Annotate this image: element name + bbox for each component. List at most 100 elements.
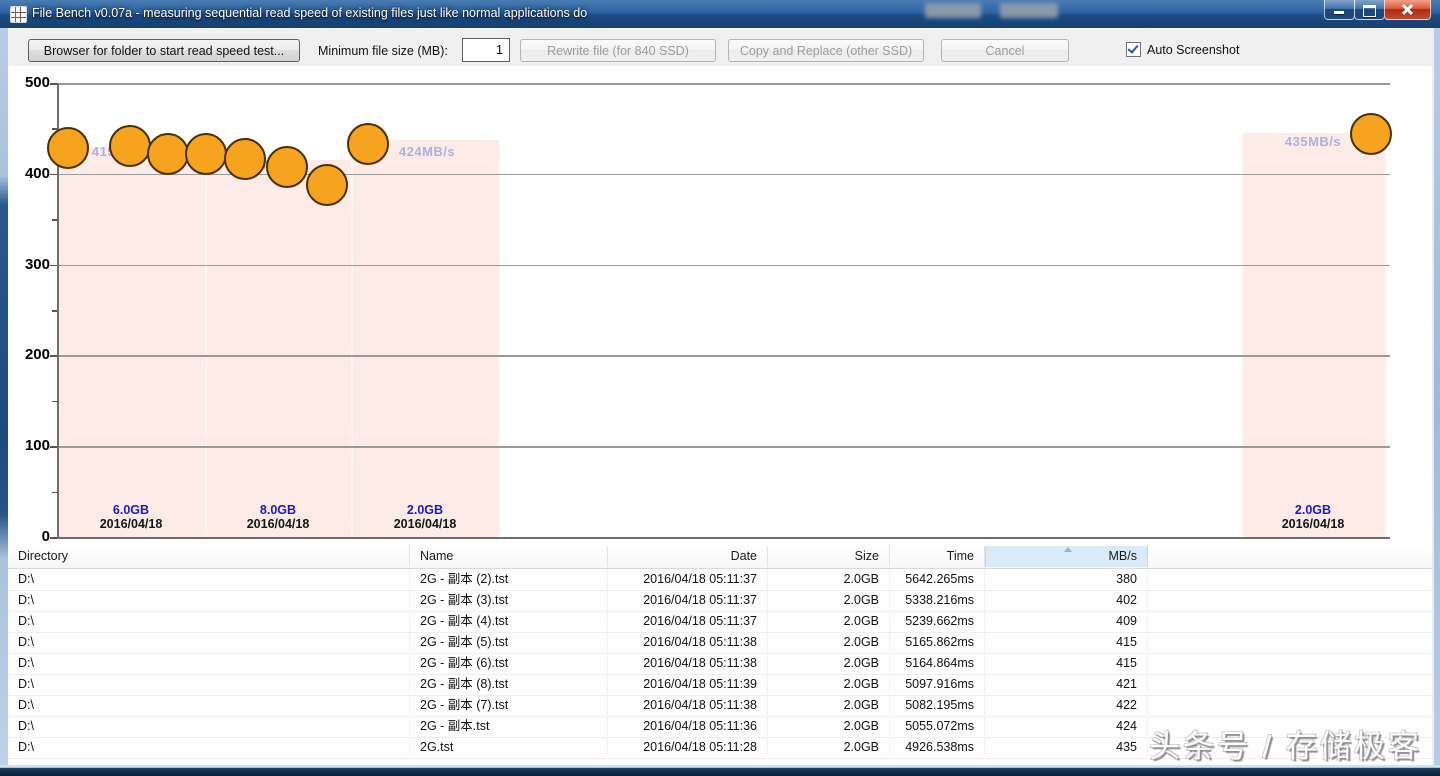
table-row[interactable]: D:\2G - 副本 (4).tst2016/04/18 05:11:372.0… [8,611,1432,633]
cell-name: 2G - 副本 (3).tst [410,590,608,610]
title-bar: File Bench v0.07a - measuring sequential… [0,0,1440,29]
cell-directory: D:\ [8,569,410,589]
window-border-bottom [0,765,1440,776]
data-point [1350,113,1392,155]
cell-time: 5097.916ms [890,674,985,694]
table-row[interactable]: D:\2G - 副本 (6).tst2016/04/18 05:11:382.0… [8,653,1432,675]
cell-size: 2.0GB [768,695,890,715]
toolbar: Browser for folder to start read speed t… [8,28,1432,67]
session-size-label: 2.0GB [1243,503,1383,517]
column-header-directory[interactable]: Directory [8,546,410,567]
window-border-left [0,28,8,765]
cell-time: 4926.538ms [890,737,985,757]
table-row[interactable]: D:\2G - 副本 (7).tst2016/04/18 05:11:382.0… [8,695,1432,717]
y-major-tick [50,83,57,85]
window-title: File Bench v0.07a - measuring sequential… [32,6,587,20]
column-header-mbs[interactable]: MB/s [985,546,1148,567]
data-point [266,146,308,188]
cell-mbs: 380 [985,569,1148,589]
session-date-label: 2016/04/18 [355,517,495,531]
cell-time: 5164.864ms [890,653,985,673]
maximize-icon [1363,5,1376,17]
speed-chart: 0100200300400500415MB/s6.0GB2016/04/1840… [8,66,1432,546]
data-point [347,123,389,165]
cell-directory: D:\ [8,716,410,736]
rewrite-file-button[interactable]: Rewrite file (for 840 SSD) [520,39,716,62]
cell-date: 2016/04/18 05:11:38 [608,653,768,673]
redacted-overlay [925,3,981,18]
auto-screenshot-label: Auto Screenshot [1147,43,1239,57]
column-header-size[interactable]: Size [768,546,890,567]
cell-mbs: 421 [985,674,1148,694]
data-point [224,138,266,180]
minimize-icon [1334,11,1344,14]
cell-time: 5165.862ms [890,632,985,652]
cell-time: 5239.662ms [890,611,985,631]
cell-time: 5338.216ms [890,590,985,610]
cell-date: 2016/04/18 05:11:36 [608,716,768,736]
minimize-button[interactable] [1324,0,1355,20]
browse-folder-button[interactable]: Browser for folder to start read speed t… [28,39,300,62]
cell-directory: D:\ [8,632,410,652]
data-point [185,133,227,175]
gridline-200 [57,355,1390,357]
auto-screenshot-option[interactable]: Auto Screenshot [1126,42,1239,57]
table-header: DirectoryNameDateSizeTimeMB/s [8,546,1432,569]
column-header-date[interactable]: Date [608,546,768,567]
column-header-time[interactable]: Time [890,546,985,567]
gridline-0 [57,537,1390,539]
watermark: 头条号 / 存储极客 [1149,721,1422,766]
cancel-button[interactable]: Cancel [941,39,1069,62]
test-session-region [205,160,351,539]
test-session-region [1241,133,1385,539]
cell-mbs: 415 [985,632,1148,652]
cell-mbs: 422 [985,695,1148,715]
test-session-region [351,140,499,539]
cell-mbs: 415 [985,653,1148,673]
cell-directory: D:\ [8,611,410,631]
min-file-size-input[interactable] [462,38,510,62]
cell-date: 2016/04/18 05:11:37 [608,590,768,610]
column-header-name[interactable]: Name [410,546,608,567]
cell-date: 2016/04/18 05:11:28 [608,737,768,757]
cell-date: 2016/04/18 05:11:38 [608,695,768,715]
table-row[interactable]: D:\2G - 副本 (2).tst2016/04/18 05:11:372.0… [8,569,1432,591]
y-axis-label: 0 [8,528,50,545]
auto-screenshot-checkbox[interactable] [1126,42,1141,57]
test-session-region [57,147,205,539]
cell-directory: D:\ [8,695,410,715]
session-size-label: 2.0GB [355,503,495,517]
cell-size: 2.0GB [768,569,890,589]
close-button[interactable] [1384,0,1431,20]
table-row[interactable]: D:\2G - 副本 (8).tst2016/04/18 05:11:392.0… [8,674,1432,696]
y-major-tick [50,265,57,267]
y-major-tick [50,537,57,539]
cell-name: 2G - 副本 (4).tst [410,611,608,631]
cell-mbs: 402 [985,590,1148,610]
session-size-label: 6.0GB [61,503,201,517]
cell-name: 2G - 副本 (8).tst [410,674,608,694]
cell-size: 2.0GB [768,632,890,652]
cell-directory: D:\ [8,674,410,694]
table-row[interactable]: D:\2G - 副本 (3).tst2016/04/18 05:11:372.0… [8,590,1432,612]
window-border-right [1432,28,1440,765]
cell-name: 2G - 副本 (5).tst [410,632,608,652]
session-date-label: 2016/04/18 [1243,517,1383,531]
maximize-button[interactable] [1354,0,1385,20]
min-file-size-label: Minimum file size (MB): [318,44,448,58]
cell-directory: D:\ [8,590,410,610]
cell-time: 5082.195ms [890,695,985,715]
cell-time: 5055.072ms [890,716,985,736]
gridline-300 [57,265,1390,267]
session-date-label: 2016/04/18 [208,517,348,531]
copy-replace-button[interactable]: Copy and Replace (other SSD) [728,39,924,62]
cell-size: 2.0GB [768,716,890,736]
sort-ascending-icon [1064,547,1072,552]
cell-name: 2G.tst [410,737,608,757]
cell-mbs: 424 [985,716,1148,736]
y-axis-label: 200 [8,346,50,363]
cell-name: 2G - 副本 (2).tst [410,569,608,589]
cell-date: 2016/04/18 05:11:39 [608,674,768,694]
table-row[interactable]: D:\2G - 副本 (5).tst2016/04/18 05:11:382.0… [8,632,1432,654]
cell-size: 2.0GB [768,737,890,757]
